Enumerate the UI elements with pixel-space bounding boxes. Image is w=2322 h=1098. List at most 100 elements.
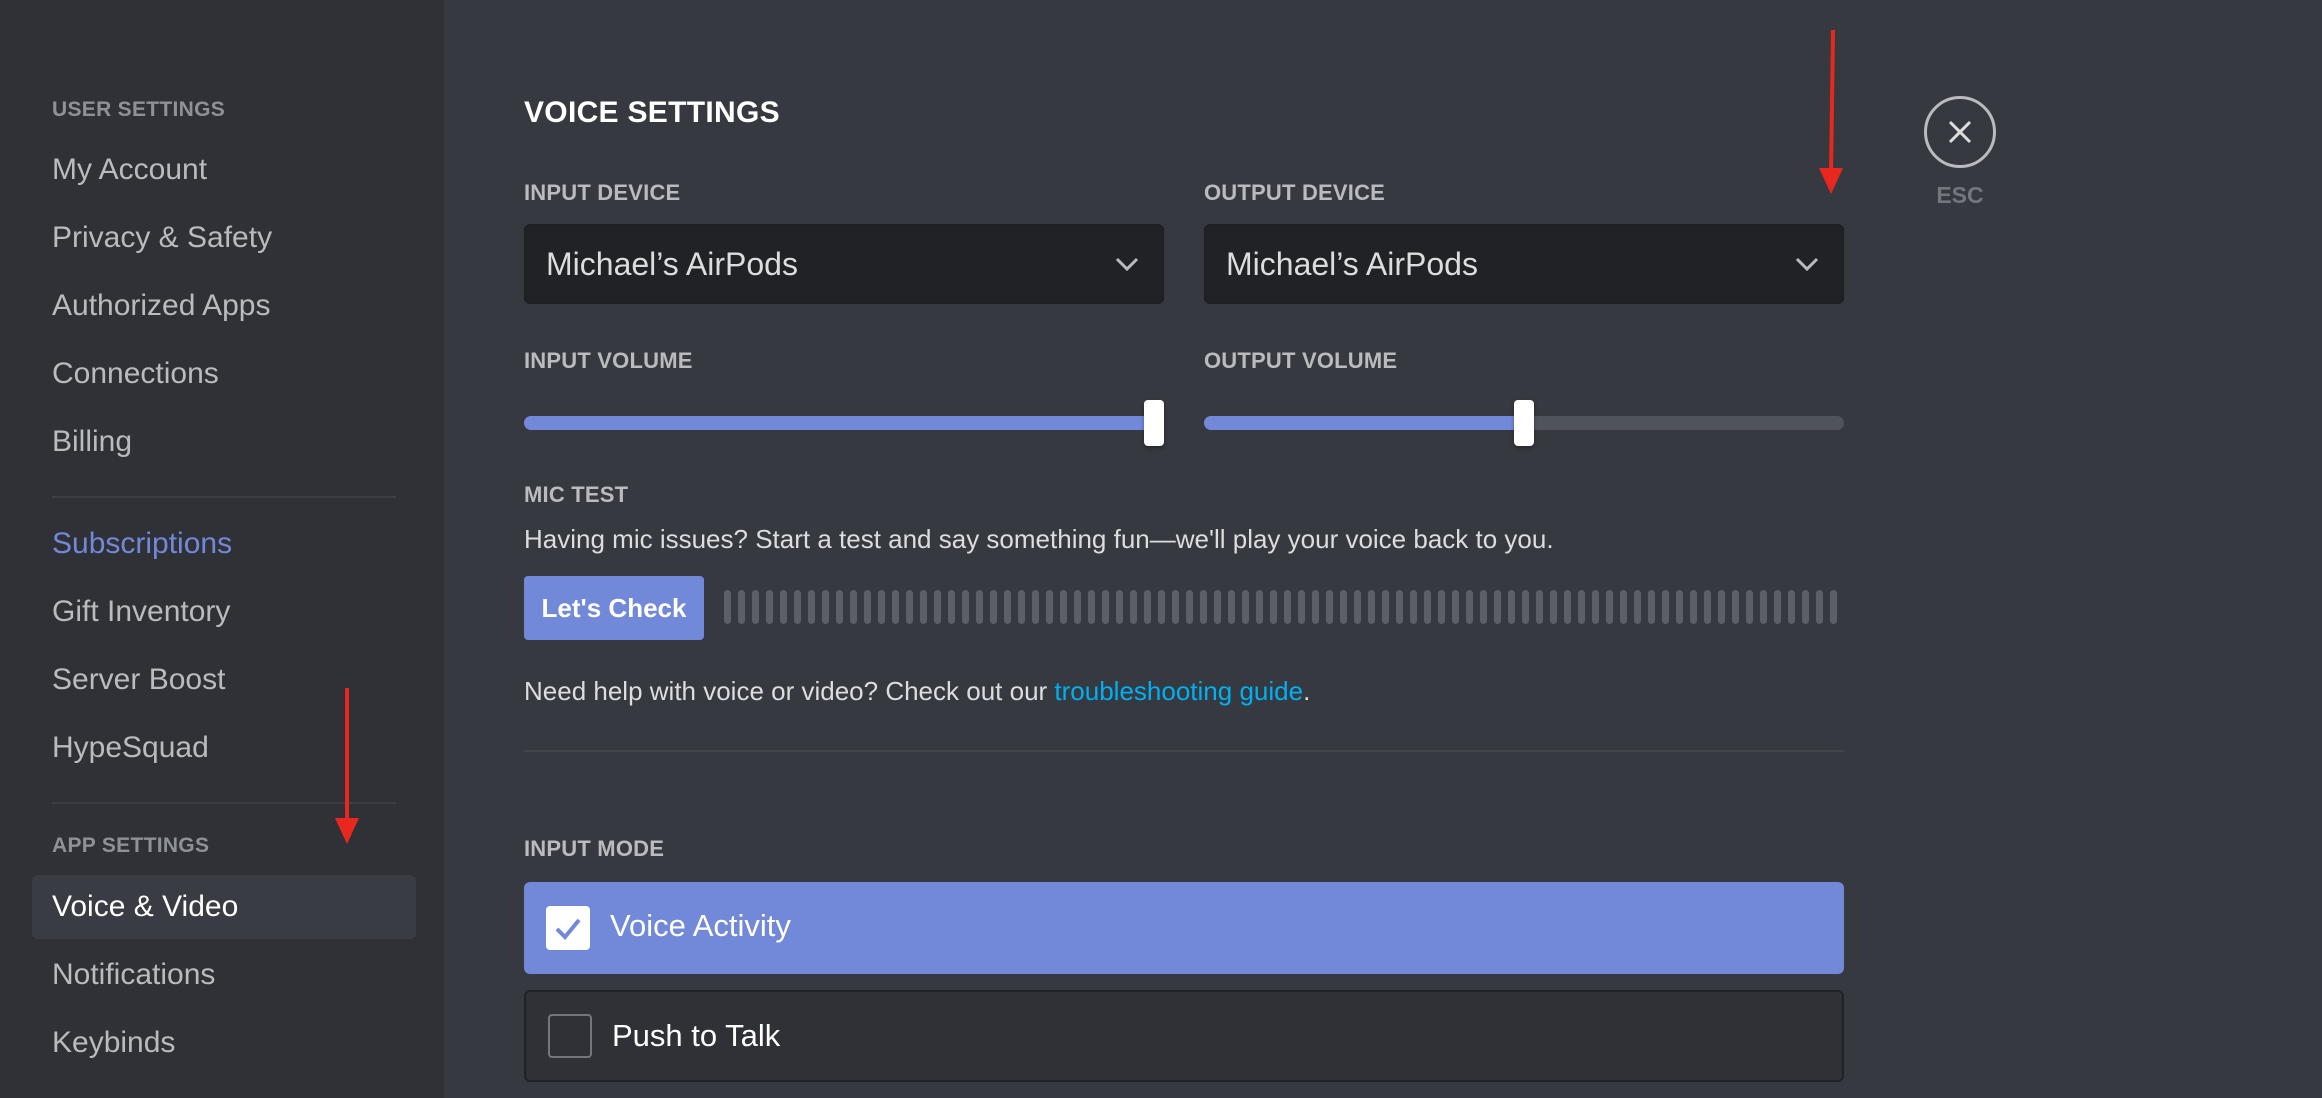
meter-bar (1788, 590, 1795, 624)
input-volume-slider[interactable] (524, 400, 1165, 446)
output-device-label: OUTPUT DEVICE (1204, 180, 1386, 205)
input-mode-label: INPUT MODE (524, 836, 665, 861)
meter-bar (1648, 590, 1655, 624)
sidebar-item-subscriptions[interactable]: Subscriptions (32, 512, 416, 576)
meter-bar (1746, 590, 1753, 624)
meter-bar (1760, 590, 1767, 624)
meter-bar (1144, 590, 1151, 624)
close-button[interactable] (1924, 96, 1996, 168)
annotation-arrow-icon (335, 688, 359, 844)
meter-bar (1270, 590, 1277, 624)
meter-bar (766, 590, 773, 624)
meter-bar (1564, 590, 1571, 624)
meter-bar (850, 590, 857, 624)
meter-bar (1396, 590, 1403, 624)
meter-bar (1382, 590, 1389, 624)
output-volume-fill (1204, 416, 1524, 430)
meter-bar (1354, 590, 1361, 624)
meter-bar (1774, 590, 1781, 624)
app-settings-header: APP SETTINGS (52, 834, 210, 857)
input-volume-fill (524, 416, 1155, 430)
esc-label: ESC (1936, 182, 1984, 208)
voice-activity-label: Voice Activity (610, 908, 791, 943)
sidebar-item-billing[interactable]: Billing (32, 410, 416, 474)
meter-bar (780, 590, 787, 624)
meter-bar (738, 590, 745, 624)
meter-bar (1634, 590, 1641, 624)
meter-bar (1018, 590, 1025, 624)
meter-bar (1466, 590, 1473, 624)
meter-bar (1830, 590, 1837, 624)
sidebar-item-voice-video[interactable]: Voice & Video (32, 875, 416, 939)
meter-bar (1592, 590, 1599, 624)
meter-bar (1074, 590, 1081, 624)
help-text: Need help with voice or video? Check out… (524, 676, 1310, 707)
lets-check-button[interactable]: Let's Check (524, 576, 704, 640)
meter-bar (1424, 590, 1431, 624)
close-icon (1948, 120, 1972, 144)
meter-bar (934, 590, 941, 624)
meter-bar (892, 590, 899, 624)
meter-bar (808, 590, 815, 624)
sidebar-item-authorized-apps[interactable]: Authorized Apps (32, 274, 416, 338)
output-volume-handle[interactable] (1514, 400, 1534, 446)
meter-bar (1186, 590, 1193, 624)
input-volume-label: INPUT VOLUME (524, 348, 693, 373)
meter-bar (1298, 590, 1305, 624)
input-volume-handle[interactable] (1144, 400, 1165, 446)
settings-sidebar: USER SETTINGS My Account Privacy & Safet… (0, 0, 444, 1098)
sidebar-item-notifications[interactable]: Notifications (32, 943, 416, 1007)
meter-bar (1060, 590, 1067, 624)
checkbox-unchecked[interactable] (548, 1014, 592, 1058)
meter-bar (1242, 590, 1249, 624)
meter-bar (1410, 590, 1417, 624)
meter-bar (1508, 590, 1515, 624)
meter-bar (724, 590, 731, 624)
meter-bar (1494, 590, 1501, 624)
meter-bar (1200, 590, 1207, 624)
sidebar-item-gift-inventory[interactable]: Gift Inventory (32, 580, 416, 644)
chevron-down-icon (1795, 257, 1819, 272)
mic-level-meter (724, 590, 1844, 624)
meter-bar (1438, 590, 1445, 624)
mic-test-label: MIC TEST (524, 482, 629, 507)
section-divider (524, 750, 1844, 752)
meter-bar (1368, 590, 1375, 624)
meter-bar (1102, 590, 1109, 624)
output-device-value: Michael’s AirPods (1226, 246, 1478, 282)
meter-bar (1606, 590, 1613, 624)
sidebar-item-privacy-safety[interactable]: Privacy & Safety (32, 206, 416, 270)
input-device-select[interactable]: Michael’s AirPods (524, 224, 1164, 304)
troubleshooting-guide-link[interactable]: troubleshooting guide (1054, 676, 1303, 706)
meter-bar (1704, 590, 1711, 624)
help-text-prefix: Need help with voice or video? Check out… (524, 676, 1055, 706)
meter-bar (906, 590, 913, 624)
voice-settings-panel: VOICE SETTINGS INPUT DEVICE OUTPUT DEVIC… (444, 0, 2322, 1098)
meter-bar (1550, 590, 1557, 624)
page-title: VOICE SETTINGS (524, 96, 780, 129)
meter-bar (1158, 590, 1165, 624)
meter-bar (1620, 590, 1627, 624)
meter-bar (864, 590, 871, 624)
meter-bar (948, 590, 955, 624)
meter-bar (1816, 590, 1823, 624)
sidebar-item-keybinds[interactable]: Keybinds (32, 1011, 416, 1075)
meter-bar (1452, 590, 1459, 624)
input-mode-voice-activity[interactable]: Voice Activity (524, 882, 1844, 974)
input-mode-push-to-talk[interactable]: Push to Talk (524, 990, 1844, 1082)
output-volume-slider[interactable] (1204, 400, 1844, 446)
sidebar-item-my-account[interactable]: My Account (32, 138, 416, 202)
meter-bar (836, 590, 843, 624)
meter-bar (1578, 590, 1585, 624)
annotation-arrow-icon (1819, 30, 1843, 194)
meter-bar (1340, 590, 1347, 624)
meter-bar (822, 590, 829, 624)
meter-bar (1676, 590, 1683, 624)
checkbox-checked[interactable] (546, 906, 590, 950)
meter-bar (794, 590, 801, 624)
meter-bar (1130, 590, 1137, 624)
meter-bar (1116, 590, 1123, 624)
output-device-select[interactable]: Michael’s AirPods (1204, 224, 1844, 304)
sidebar-item-connections[interactable]: Connections (32, 342, 416, 406)
chevron-down-icon (1115, 257, 1139, 272)
